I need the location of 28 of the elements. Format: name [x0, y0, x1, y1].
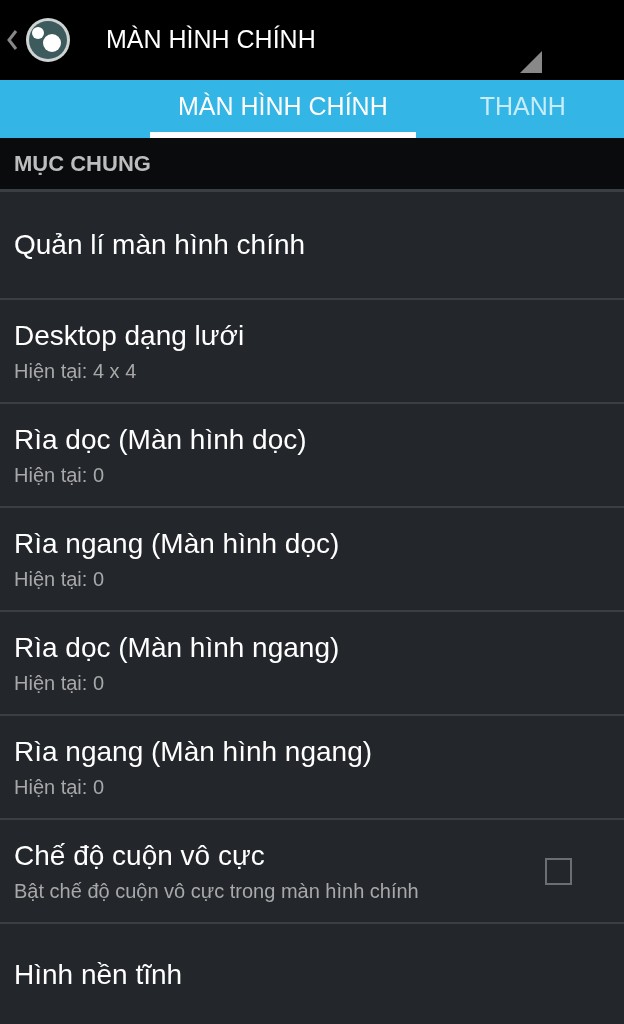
row-title: Quản lí màn hình chính — [14, 228, 307, 262]
preference-row[interactable]: Hình nền tĩnh — [0, 924, 624, 1024]
preference-row[interactable]: Rìa ngang (Màn hình ngang) Hiện tại: 0 — [0, 716, 624, 820]
row-summary: Hiện tại: 0 — [14, 463, 106, 488]
preference-row[interactable]: Rìa dọc (Màn hình dọc) Hiện tại: 0 — [0, 404, 624, 508]
preference-row[interactable]: Chế độ cuộn vô cực Bật chế độ cuộn vô cực trong màn hình chính — [0, 820, 624, 924]
row-title: Rìa dọc (Màn hình ngang) — [14, 631, 341, 665]
row-summary: Hiện tại: 0 — [14, 775, 106, 800]
row-summary: Bật chế độ cuộn vô cực trong màn hình chính — [14, 879, 420, 904]
checkbox[interactable] — [545, 857, 572, 885]
row-summary: Hiện tại: 0 — [14, 671, 106, 696]
row-summary: Hiện tại: 4 x 4 — [14, 359, 138, 384]
preference-row[interactable]: Rìa dọc (Màn hình ngang) Hiện tại: 0 — [0, 612, 624, 716]
row-summary: Hiện tại: 0 — [14, 567, 106, 592]
section-title: MỤC CHUNG — [14, 150, 151, 178]
row-title: Rìa ngang (Màn hình ngang) — [14, 735, 374, 769]
spinner-corner-icon[interactable] — [520, 51, 542, 73]
row-title: Hình nền tĩnh — [14, 958, 184, 992]
row-title: Chế độ cuộn vô cực — [14, 839, 266, 873]
preference-row[interactable]: Rìa ngang (Màn hình dọc) Hiện tại: 0 — [0, 508, 624, 612]
screen-title: MÀN HÌNH CHÍNH — [106, 24, 316, 56]
preference-row[interactable]: Desktop dạng lưới Hiện tại: 4 x 4 — [0, 300, 624, 404]
back-caret-icon[interactable] — [6, 29, 18, 51]
app-logo-icon[interactable] — [24, 16, 72, 64]
preference-row[interactable]: Quản lí màn hình chính — [0, 192, 624, 300]
row-title: Desktop dạng lưới — [14, 319, 246, 353]
row-title: Rìa ngang (Màn hình dọc) — [14, 527, 341, 561]
row-title: Rìa dọc (Màn hình dọc) — [14, 423, 308, 457]
